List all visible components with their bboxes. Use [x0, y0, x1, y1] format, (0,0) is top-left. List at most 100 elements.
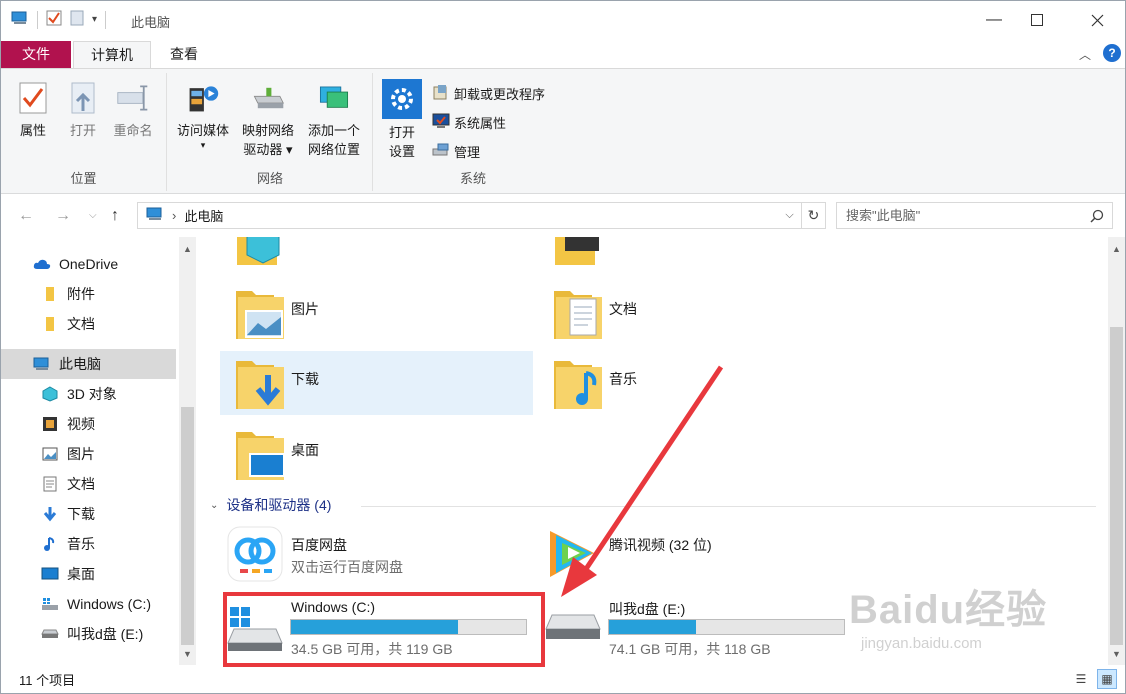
- desktop-icon: [41, 565, 59, 583]
- scroll-down-arrow-icon[interactable]: ▼: [1108, 645, 1125, 662]
- device-tile-tencent-video[interactable]: 腾讯视频 (32 位): [538, 521, 851, 587]
- search-input[interactable]: 搜索"此电脑": [836, 202, 1113, 229]
- nav-pane-scrollbar[interactable]: ▲ ▼: [179, 237, 196, 665]
- window-title: 此电脑: [131, 15, 171, 30]
- nav-item-this-pc[interactable]: 此电脑: [1, 349, 176, 379]
- address-dropdown-icon[interactable]: ⌵: [777, 202, 802, 229]
- breadcrumb[interactable]: 此电脑: [184, 206, 223, 225]
- address-bar[interactable]: › 此电脑: [137, 202, 802, 229]
- devices-section-header[interactable]: ⌄ 设备和驱动器 (4): [210, 495, 331, 515]
- nav-item-attachments[interactable]: 附件: [1, 279, 176, 309]
- device-tile-baidu-netdisk[interactable]: 百度网盘 双击运行百度网盘: [220, 521, 533, 587]
- nav-item-3d-objects[interactable]: 3D 对象: [1, 379, 176, 409]
- scroll-down-arrow-icon[interactable]: ▼: [179, 645, 196, 662]
- content-scrollbar[interactable]: ▲ ▼: [1108, 237, 1125, 665]
- recent-locations-icon[interactable]: ⌵: [89, 210, 97, 221]
- nav-item-documents[interactable]: 文档: [1, 469, 176, 499]
- open-label: 打开: [69, 123, 96, 138]
- add-network-location-label2: 网络位置: [307, 142, 360, 157]
- rename-button[interactable]: 重命名: [109, 79, 157, 140]
- nav-item-downloads[interactable]: 下载: [1, 499, 176, 529]
- this-pc-icon: [146, 207, 164, 224]
- 3d-objects-folder-icon[interactable]: [235, 237, 285, 277]
- folder-tile-music[interactable]: 音乐: [538, 351, 851, 415]
- collapse-ribbon-icon[interactable]: ︿: [1079, 46, 1091, 63]
- status-bar: 11 个项目: [1, 665, 1125, 693]
- open-button[interactable]: 打开: [65, 79, 101, 140]
- search-icon: [1090, 203, 1104, 231]
- close-button[interactable]: [1071, 1, 1123, 39]
- videos-icon: [41, 415, 59, 433]
- uninstall-icon: [432, 83, 450, 104]
- folder-tile-downloads[interactable]: 下载: [220, 351, 533, 415]
- open-settings-button[interactable]: 打开 设置: [380, 79, 424, 161]
- nav-item-drive-e[interactable]: 叫我d盘 (E:): [1, 619, 176, 649]
- properties-button[interactable]: 属性: [13, 79, 53, 140]
- watermark-url: jingyan.baidu.com: [861, 635, 982, 652]
- 3d-objects-icon: [41, 385, 59, 403]
- map-network-drive-label1: 映射网络: [241, 123, 294, 138]
- forward-arrow-icon[interactable]: →: [55, 207, 71, 225]
- tab-computer[interactable]: 计算机: [73, 41, 151, 68]
- drive-usage-bar: [608, 619, 845, 635]
- documents-icon: [41, 475, 59, 493]
- folder-tile-desktop[interactable]: 桌面: [220, 422, 533, 486]
- folder-tile-pictures[interactable]: 图片: [220, 281, 533, 345]
- details-view-icon[interactable]: ☰: [1071, 669, 1091, 689]
- access-media-dropdown: ▾: [200, 140, 206, 150]
- open-icon: [66, 79, 100, 117]
- pictures-icon: [41, 445, 59, 463]
- folder-tile-documents[interactable]: 文档: [538, 281, 851, 345]
- scroll-up-arrow-icon[interactable]: ▲: [1108, 240, 1125, 257]
- new-folder-qat-icon[interactable]: [70, 10, 84, 29]
- scroll-up-arrow-icon[interactable]: ▲: [179, 240, 196, 257]
- videos-folder-icon[interactable]: [553, 237, 603, 277]
- nav-item-pictures[interactable]: 图片: [1, 439, 176, 469]
- folder-label: 文档: [609, 301, 637, 317]
- nav-item-windows-c[interactable]: Windows (C:): [1, 589, 176, 619]
- help-icon[interactable]: ?: [1103, 44, 1121, 62]
- map-network-drive-button[interactable]: 映射网络 驱动器 ▾: [236, 79, 300, 159]
- chevron-down-icon[interactable]: ⌄: [210, 500, 218, 511]
- devices-section-title: 设备和驱动器 (4): [226, 497, 332, 513]
- nav-item-desktop[interactable]: 桌面: [1, 559, 176, 589]
- content-scroll-thumb[interactable]: [1110, 327, 1123, 645]
- tencent-video-icon: [550, 531, 594, 577]
- location-group: 属性 打开 重命名 位置: [1, 73, 167, 191]
- nav-item-videos[interactable]: 视频: [1, 409, 176, 439]
- desktop-folder-icon: [236, 432, 284, 480]
- section-divider: [361, 506, 1096, 507]
- nav-item-onedrive[interactable]: OneDrive: [1, 249, 176, 279]
- breadcrumb-separator-icon[interactable]: ›: [172, 208, 176, 223]
- navigation-bar: ← → ⌵ ↑ › 此电脑 ⌵ ↻ 搜索"此电脑": [1, 195, 1125, 237]
- add-network-location-icon: [317, 79, 351, 117]
- device-name: 腾讯视频 (32 位): [609, 537, 712, 553]
- back-arrow-icon[interactable]: ←: [18, 207, 34, 225]
- device-tile-drive-e[interactable]: 叫我d盘 (E:) 74.1 GB 可用，共 118 GB: [538, 593, 851, 659]
- access-media-button[interactable]: 访问媒体 ▾: [172, 79, 234, 150]
- explorer-window: ▾ 此电脑 — 文件 计算机 查看 ︿ ? 属性 打开 重命名 位置 访问媒体 …: [0, 0, 1126, 694]
- manage-icon: [432, 141, 450, 162]
- tab-view[interactable]: 查看: [153, 41, 215, 68]
- properties-label: 属性: [19, 123, 46, 138]
- manage-label: 管理: [454, 145, 481, 160]
- location-group-label: 位置: [70, 171, 97, 186]
- refresh-icon[interactable]: ↻: [802, 202, 826, 229]
- system-properties-button[interactable]: 系统属性: [432, 112, 506, 133]
- tab-file[interactable]: 文件: [1, 41, 71, 68]
- properties-qat-icon[interactable]: [46, 10, 62, 29]
- nav-item-onedrive-documents[interactable]: 文档: [1, 309, 176, 339]
- music-icon: [41, 535, 59, 553]
- quick-access-toolbar: ▾: [11, 10, 107, 29]
- manage-button[interactable]: 管理: [432, 141, 480, 162]
- device-subtitle: 双击运行百度网盘: [291, 559, 403, 575]
- add-network-location-button[interactable]: 添加一个 网络位置: [302, 79, 366, 159]
- up-arrow-icon[interactable]: ↑: [111, 207, 119, 225]
- large-icons-view-icon[interactable]: ▦: [1097, 669, 1117, 689]
- nav-pane-scroll-thumb[interactable]: [181, 407, 194, 645]
- baidu-watermark: Baidu经验 jingyan.baidu.com: [849, 577, 1047, 652]
- uninstall-button[interactable]: 卸载或更改程序: [432, 83, 545, 104]
- maximize-button[interactable]: [1011, 1, 1063, 39]
- nav-item-music[interactable]: 音乐: [1, 529, 176, 559]
- customize-qat-icon[interactable]: ▾: [92, 14, 97, 25]
